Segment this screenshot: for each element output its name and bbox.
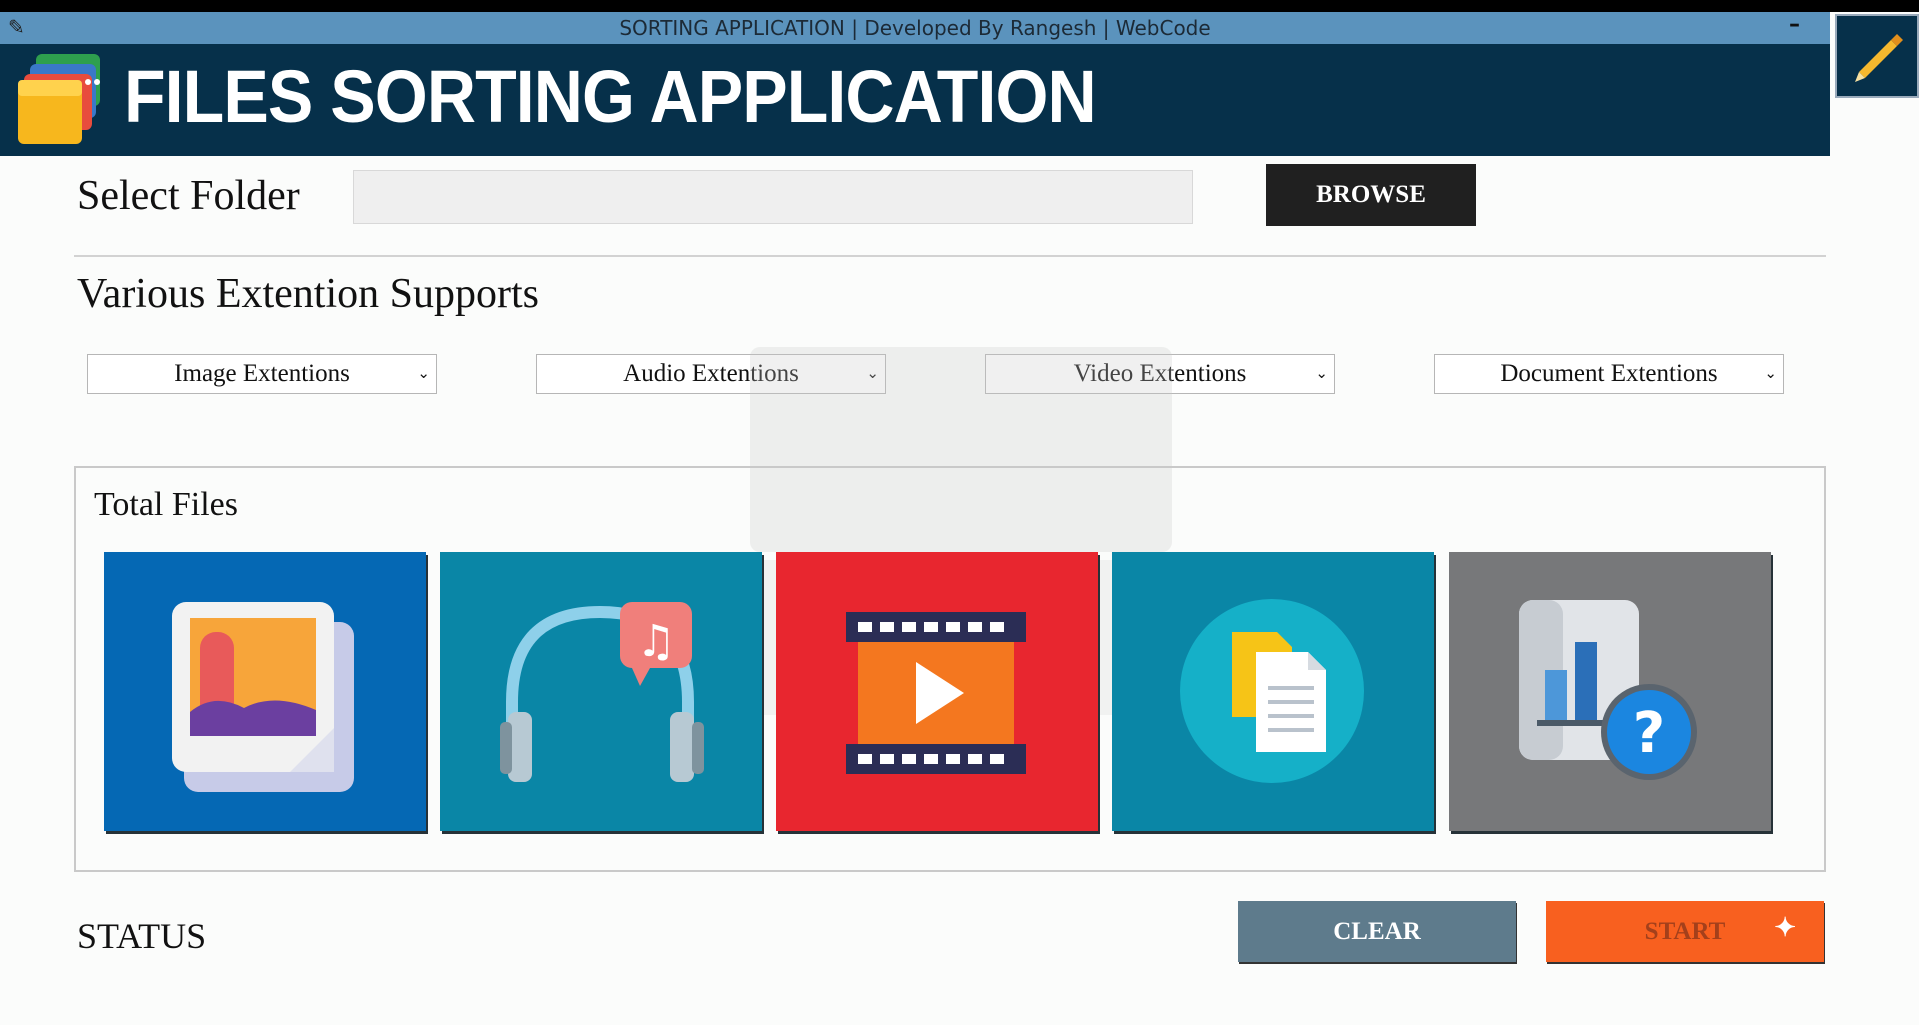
- minimize-button[interactable]: –: [1789, 12, 1800, 37]
- headphones-icon: ♫: [500, 602, 704, 782]
- corner-button[interactable]: [1835, 14, 1919, 98]
- chevron-down-icon: ⌄: [1315, 366, 1328, 382]
- video-tile[interactable]: [776, 552, 1098, 831]
- image-icon: [172, 602, 354, 792]
- others-tile[interactable]: ?: [1449, 552, 1771, 831]
- corner-panel: [1830, 12, 1919, 156]
- start-button-label: START: [1644, 917, 1726, 945]
- document-extensions-dropdown[interactable]: Document Extentions ⌄: [1434, 354, 1784, 394]
- browse-button[interactable]: BROWSE: [1266, 164, 1476, 226]
- app-title: FILES SORTING APPLICATION: [124, 55, 1097, 138]
- images-tile[interactable]: [104, 552, 426, 831]
- start-button[interactable]: START ✦: [1546, 901, 1824, 962]
- chevron-down-icon: ⌄: [1764, 366, 1777, 382]
- unknown-file-icon: ?: [1519, 600, 1697, 780]
- svg-text:♫: ♫: [636, 616, 675, 667]
- audio-tile[interactable]: ♫: [440, 552, 762, 831]
- divider: [74, 255, 1826, 257]
- title-bar: ✎ SORTING APPLICATION | Developed By Ran…: [0, 12, 1830, 44]
- folder-path-input[interactable]: [353, 170, 1193, 224]
- status-label: STATUS: [77, 916, 207, 956]
- clear-button[interactable]: CLEAR: [1238, 901, 1516, 962]
- window-title: SORTING APPLICATION | Developed By Range…: [619, 16, 1211, 40]
- folders-icon: [18, 54, 100, 144]
- extensions-heading: Various Extention Supports: [77, 271, 539, 317]
- document-extensions-label: Document Extentions: [1500, 360, 1718, 387]
- image-extensions-label: Image Extentions: [174, 360, 350, 387]
- total-files-heading: Total Files: [94, 486, 239, 523]
- image-extensions-dropdown[interactable]: Image Extentions ⌄: [87, 354, 437, 394]
- pen-icon: [1855, 34, 1903, 82]
- app-window: ✎ SORTING APPLICATION | Developed By Ran…: [0, 12, 1919, 1025]
- documents-icon: [1180, 599, 1364, 783]
- app-header: FILES SORTING APPLICATION: [0, 44, 1830, 156]
- svg-text:?: ?: [1633, 701, 1665, 766]
- cursor-icon: ✦: [1774, 913, 1796, 942]
- video-play-icon: [846, 612, 1026, 774]
- documents-tile[interactable]: [1112, 552, 1434, 831]
- chevron-down-icon: ⌄: [417, 366, 430, 382]
- select-folder-label: Select Folder: [77, 173, 300, 219]
